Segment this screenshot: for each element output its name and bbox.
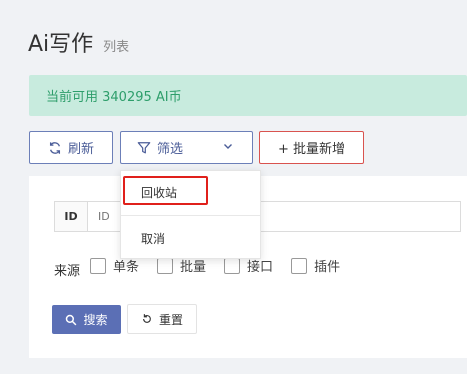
reset-icon bbox=[141, 313, 153, 325]
option-label: 插件 bbox=[314, 260, 341, 275]
checkbox[interactable] bbox=[90, 257, 107, 274]
checkbox[interactable] bbox=[157, 257, 174, 274]
source-option-plugin[interactable]: 插件 bbox=[291, 256, 340, 275]
search-button[interactable]: 搜索 bbox=[52, 305, 121, 334]
batch-add-button[interactable]: + 批量新增 bbox=[259, 131, 364, 164]
balance-text: 当前可用 340295 AI币 bbox=[46, 90, 182, 105]
reset-label: 重置 bbox=[158, 312, 183, 327]
menu-item-recycle-bin[interactable]: 回收站 bbox=[121, 177, 260, 207]
source-label: 来源 bbox=[54, 264, 81, 279]
checkbox[interactable] bbox=[224, 257, 241, 274]
filter-icon bbox=[137, 141, 151, 155]
balance-banner: 当前可用 340295 AI币 bbox=[29, 75, 467, 116]
refresh-label: 刷新 bbox=[67, 142, 94, 157]
refresh-button[interactable]: 刷新 bbox=[29, 131, 113, 164]
reset-button[interactable]: 重置 bbox=[127, 304, 197, 334]
search-icon bbox=[65, 314, 77, 326]
refresh-icon bbox=[48, 141, 62, 155]
checkbox[interactable] bbox=[291, 257, 308, 274]
search-label: 搜索 bbox=[83, 313, 108, 327]
menu-item-cancel[interactable]: 取消 bbox=[121, 224, 260, 252]
id-label: ID bbox=[55, 202, 88, 231]
menu-divider bbox=[121, 215, 260, 216]
filter-label: 筛选 bbox=[157, 142, 184, 157]
filter-dropdown-menu: 回收站 取消 bbox=[120, 170, 261, 259]
filter-dropdown-button[interactable]: 筛选 bbox=[120, 131, 253, 164]
chevron-down-icon bbox=[222, 140, 234, 156]
page-title: Ai写作 bbox=[28, 32, 94, 57]
page-header: Ai写作 列表 bbox=[28, 26, 129, 58]
batch-add-label: + 批量新增 bbox=[277, 142, 346, 157]
page-subtitle: 列表 bbox=[103, 40, 130, 55]
